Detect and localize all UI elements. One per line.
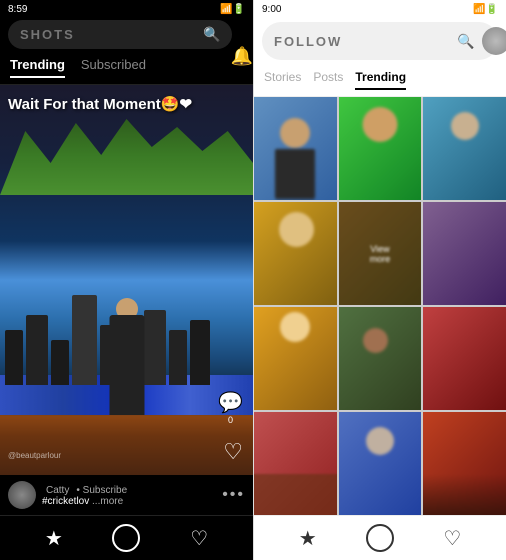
grid-item-10[interactable] bbox=[254, 412, 337, 515]
subscribe-label[interactable]: • Subscribe bbox=[76, 485, 127, 496]
grid-item-11[interactable] bbox=[339, 412, 422, 515]
avatar-right-top[interactable] bbox=[482, 27, 506, 55]
search-input-right[interactable] bbox=[274, 34, 449, 49]
photo-grid: View more bbox=[254, 97, 506, 515]
status-icons-right: 📶🔋 bbox=[473, 4, 498, 15]
left-panel: 8:59 📶🔋 🔍 🔔 Trending Subscribed bbox=[0, 0, 253, 560]
tab-subscribed-left[interactable]: Subscribed bbox=[81, 57, 146, 78]
search-icon-left[interactable]: 🔍 bbox=[203, 26, 220, 43]
more-label[interactable]: ...more bbox=[92, 496, 123, 507]
bottom-nav-left: ★ ♡ bbox=[0, 515, 253, 560]
comment-count: 0 bbox=[218, 415, 243, 425]
user-info: Catty • Subscribe #cricketlov ...more bbox=[8, 481, 127, 509]
tab-trending-right[interactable]: Trending bbox=[355, 70, 406, 90]
video-overlay-text: Wait For that Moment🤩❤ bbox=[0, 85, 253, 123]
comment-icon: 💬 bbox=[218, 390, 243, 415]
bottom-nav-right: ★ ♡ bbox=[254, 515, 506, 560]
hashtag: #cricketlov ...more bbox=[42, 496, 127, 507]
right-panel: 9:00 📶🔋 🔍 Stories Posts Trending View bbox=[253, 0, 506, 560]
time-left: 8:59 bbox=[8, 4, 27, 15]
bell-icon[interactable]: 🔔 bbox=[230, 46, 252, 67]
grid-item-3[interactable] bbox=[423, 97, 506, 200]
grid-item-1[interactable] bbox=[254, 97, 337, 200]
username: Catty • Subscribe bbox=[42, 484, 127, 496]
tab-stories-right[interactable]: Stories bbox=[264, 70, 301, 90]
tabs-left: Trending Subscribed bbox=[0, 51, 253, 85]
time-right: 9:00 bbox=[262, 4, 281, 15]
status-bar-right: 9:00 📶🔋 bbox=[254, 0, 506, 18]
search-bar-right[interactable]: 🔍 bbox=[262, 22, 498, 60]
status-bar-left: 8:59 📶🔋 bbox=[0, 0, 253, 18]
tab-trending-left[interactable]: Trending bbox=[10, 57, 65, 78]
video-area: Wait For that Moment🤩❤ 💬 0 ♡ @beautparlo… bbox=[0, 85, 253, 475]
user-text: Catty • Subscribe #cricketlov ...more bbox=[42, 484, 127, 507]
nav-circle-right[interactable] bbox=[366, 524, 394, 552]
tab-posts-right[interactable]: Posts bbox=[313, 70, 343, 90]
search-bar-left[interactable]: 🔍 bbox=[8, 20, 232, 49]
nav-circle-left[interactable] bbox=[112, 524, 140, 552]
video-person-body bbox=[109, 315, 144, 415]
nav-heart-right[interactable]: ♡ bbox=[443, 526, 461, 551]
nav-heart-left[interactable]: ♡ bbox=[190, 526, 208, 551]
grid-item-8[interactable] bbox=[339, 307, 422, 410]
grid-item-6[interactable] bbox=[423, 202, 506, 305]
nav-home-left[interactable]: ★ bbox=[45, 526, 63, 551]
search-icon-right[interactable]: 🔍 bbox=[457, 33, 474, 50]
grid-item-9[interactable] bbox=[423, 307, 506, 410]
grid-item-4[interactable] bbox=[254, 202, 337, 305]
grid-item-7[interactable] bbox=[254, 307, 337, 410]
bottom-info: Catty • Subscribe #cricketlov ...more ••… bbox=[0, 475, 253, 515]
status-icons-left: 📶🔋 bbox=[220, 4, 245, 15]
video-watermark: @beautparlour bbox=[8, 451, 61, 460]
tabs-right: Stories Posts Trending bbox=[254, 64, 506, 97]
avatar-left bbox=[8, 481, 36, 509]
grid-item-5[interactable]: View more bbox=[339, 202, 422, 305]
nav-home-right[interactable]: ★ bbox=[299, 526, 317, 551]
grid-item-12[interactable] bbox=[423, 412, 506, 515]
grid-item-2[interactable] bbox=[339, 97, 422, 200]
search-input-left[interactable] bbox=[20, 27, 195, 42]
dots-menu[interactable]: ••• bbox=[222, 486, 245, 504]
comment-button[interactable]: 💬 0 bbox=[218, 390, 243, 425]
heart-button[interactable]: ♡ bbox=[223, 439, 243, 465]
